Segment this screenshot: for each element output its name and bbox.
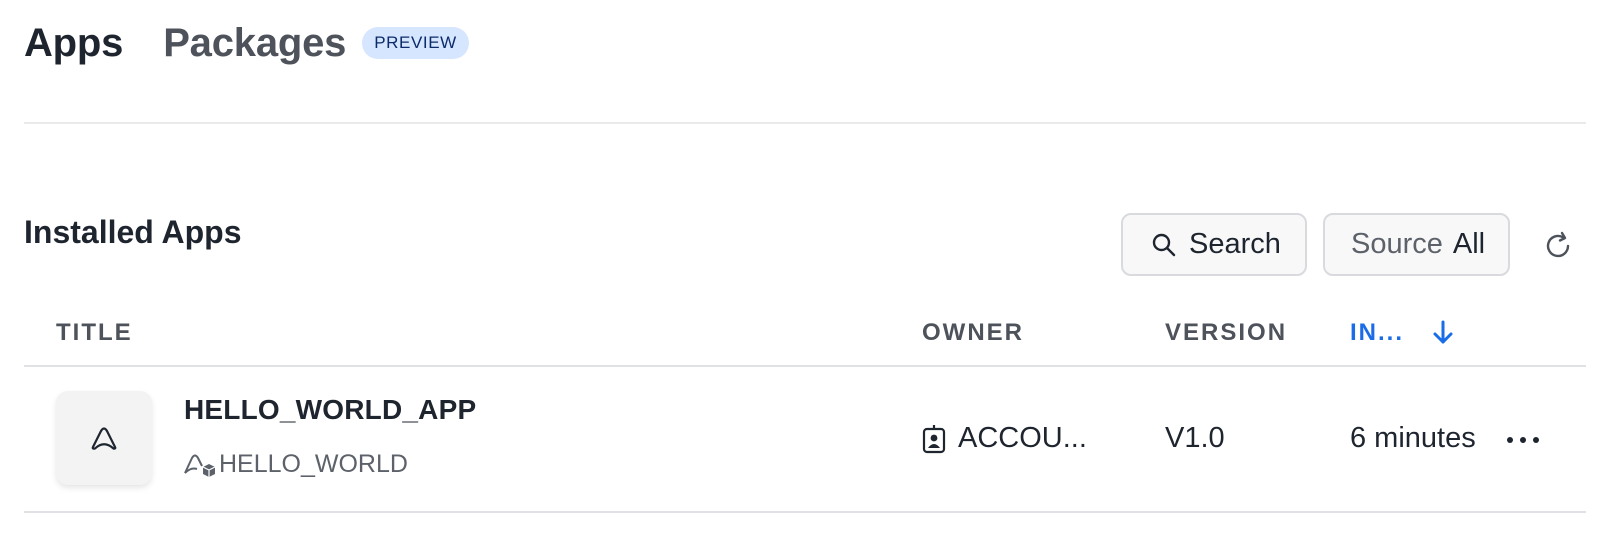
column-header-title[interactable]: TITLE: [56, 318, 133, 348]
arrow-down-icon: [1433, 320, 1453, 344]
tab-apps[interactable]: Apps: [24, 18, 123, 68]
app-owner-name: ACCOU...: [958, 422, 1087, 454]
source-filter-value: All: [1452, 228, 1486, 260]
tab-packages[interactable]: Packages: [163, 18, 346, 68]
app-logo-icon: [91, 427, 117, 450]
search-button[interactable]: Search: [1121, 213, 1307, 276]
table-header-divider: [24, 365, 1586, 367]
app-installed-time: 6 minutes: [1350, 422, 1476, 454]
more-options-icon[interactable]: [1507, 428, 1539, 452]
source-filter-button[interactable]: Source All: [1323, 213, 1510, 276]
app-package: HELLO_WORLD: [183, 449, 408, 479]
source-filter-label: Source: [1351, 228, 1443, 260]
column-header-installed-label: IN...: [1350, 319, 1405, 346]
preview-badge: PREVIEW: [362, 27, 469, 59]
search-button-label: Search: [1189, 228, 1281, 260]
page-tabs: Apps Packages PREVIEW: [24, 18, 469, 68]
account-badge-icon: [922, 424, 946, 453]
app-title[interactable]: HELLO_WORLD_APP: [184, 394, 476, 426]
app-owner: ACCOU...: [922, 422, 1087, 455]
app-version: V1.0: [1165, 422, 1225, 454]
package-icon: [184, 454, 215, 477]
app-package-name: HELLO_WORLD: [219, 449, 408, 478]
column-header-owner[interactable]: OWNER: [922, 318, 1024, 348]
table-row-divider: [24, 511, 1586, 513]
app-icon-tile: [56, 391, 152, 485]
column-header-installed[interactable]: IN...: [1350, 318, 1454, 348]
header-divider: [24, 122, 1586, 124]
section-title: Installed Apps: [24, 214, 242, 250]
search-icon: [1152, 233, 1176, 256]
column-header-version[interactable]: VERSION: [1165, 318, 1287, 348]
refresh-icon[interactable]: [1541, 229, 1575, 263]
